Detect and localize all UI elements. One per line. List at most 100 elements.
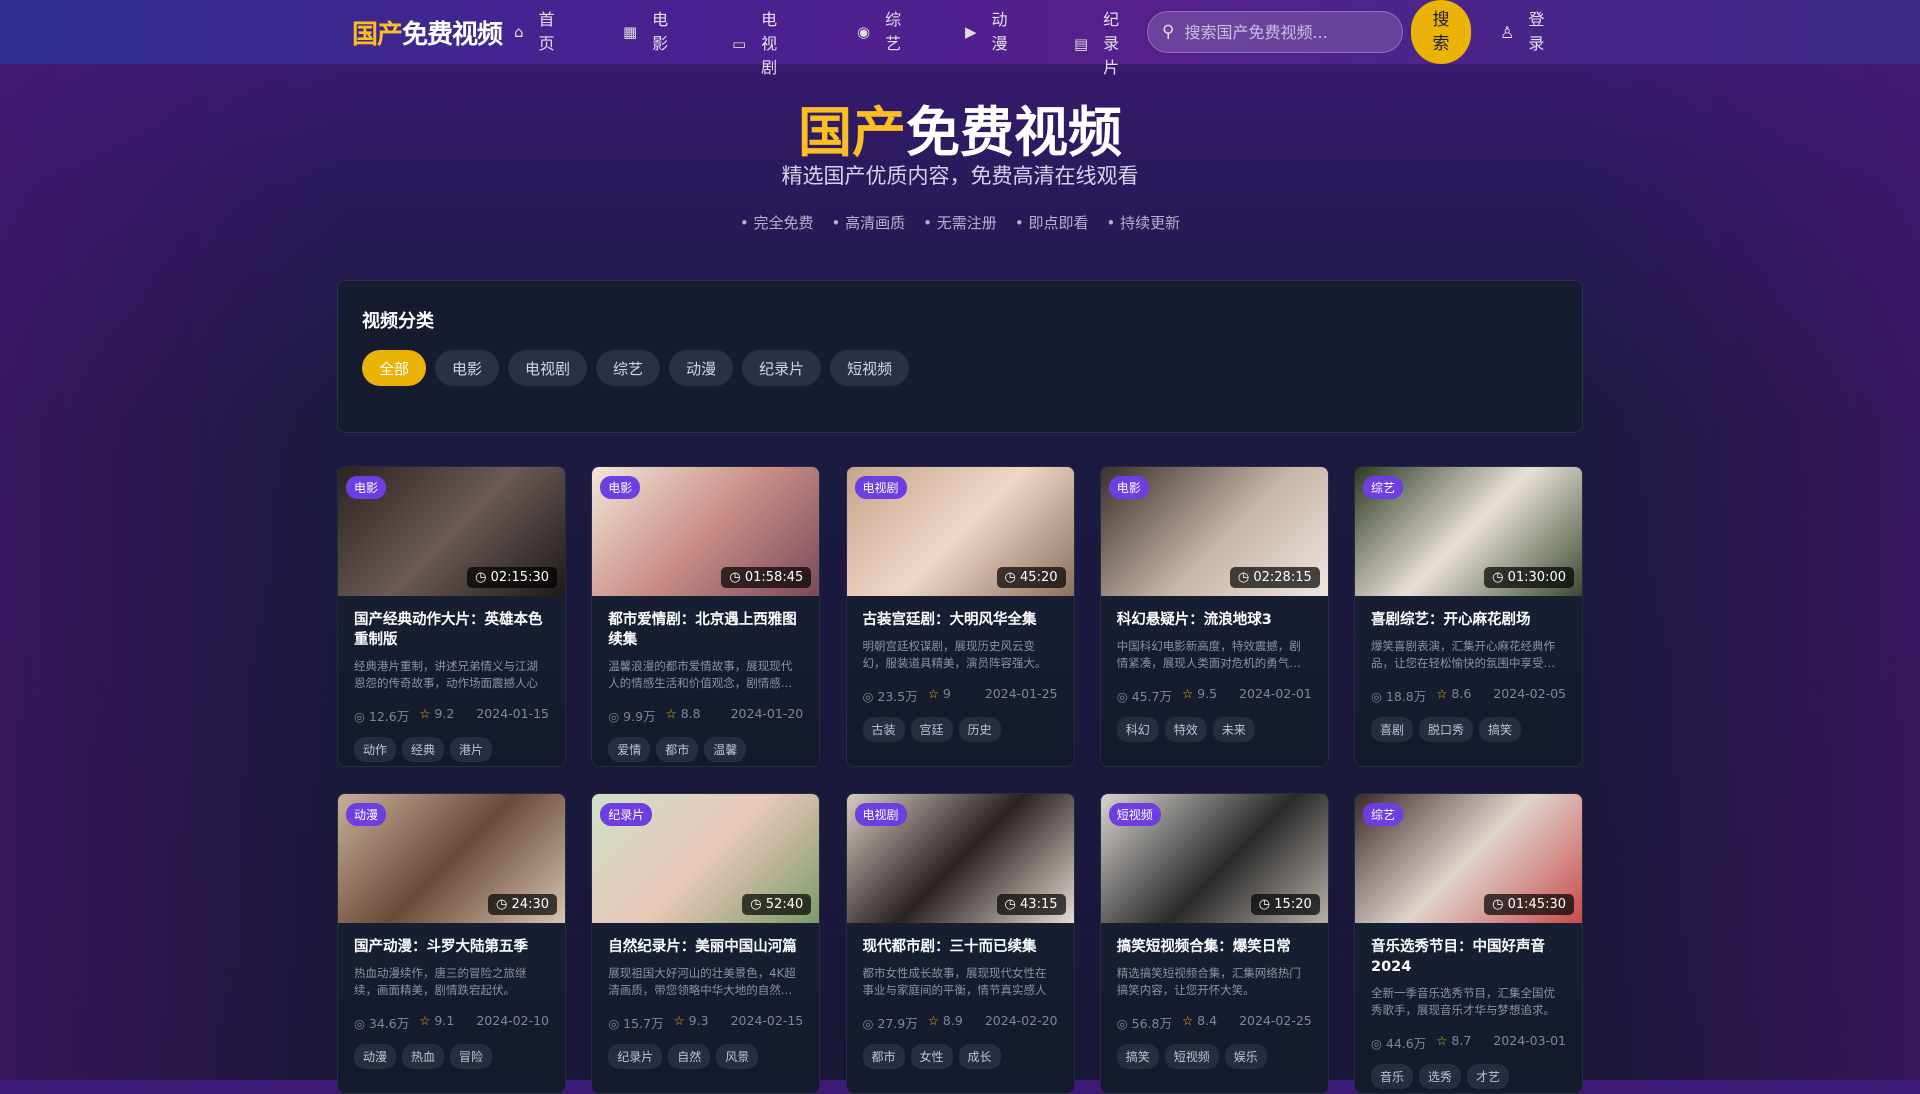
- tag[interactable]: 纪录片: [608, 1044, 663, 1069]
- tag[interactable]: 经典: [402, 737, 445, 762]
- video-thumbnail[interactable]: 电影 ◷ 01:58:45: [592, 467, 820, 596]
- tag[interactable]: 才艺: [1467, 1064, 1510, 1089]
- video-thumbnail[interactable]: 电视剧 ◷ 43:15: [846, 794, 1074, 923]
- nav-item-1[interactable]: ▦ 电影: [623, 8, 669, 56]
- category-chip[interactable]: 纪录片: [742, 350, 822, 386]
- video-title[interactable]: 国产动漫：斗罗大陆第五季: [354, 937, 549, 957]
- video-title[interactable]: 搞笑短视频合集：爆笑日常: [1117, 937, 1312, 957]
- tag[interactable]: 女性: [910, 1044, 953, 1069]
- video-title[interactable]: 科幻悬疑片：流浪地球3: [1117, 610, 1312, 630]
- video-thumbnail[interactable]: 电影 ◷ 02:28:15: [1100, 467, 1328, 596]
- tag[interactable]: 自然: [668, 1044, 711, 1069]
- category-panel: 视频分类 全部 电影 电视剧 综艺 动漫 纪录片 短视频: [337, 280, 1583, 433]
- tag[interactable]: 脱口秀: [1419, 717, 1474, 742]
- video-title[interactable]: 现代都市剧：三十而已续集: [863, 937, 1058, 957]
- category-chip[interactable]: 电视剧: [508, 350, 588, 386]
- category-badge: 电视剧: [854, 803, 907, 826]
- video-thumbnail[interactable]: 纪录片 ◷ 52:40: [592, 794, 820, 923]
- login-button[interactable]: ♙ 登录: [1500, 8, 1546, 56]
- duration-label: ◷ 01:45:30: [1484, 894, 1574, 915]
- video-card[interactable]: 电影 ◷ 02:15:30 国产经典动作大片：英雄本色重制版 经典港片重制，讲述兄弟情…: [337, 466, 566, 767]
- views-count: 23.5万: [877, 689, 918, 704]
- video-card[interactable]: 综艺 ◷ 01:45:30 音乐选秀节目：中国好声音2024 全新一季音乐选秀节目，汇…: [1354, 793, 1583, 1094]
- video-thumbnail[interactable]: 电影 ◷ 02:15:30: [338, 467, 565, 596]
- tag[interactable]: 热血: [402, 1044, 445, 1069]
- video-card[interactable]: 电影 ◷ 02:28:15 科幻悬疑片：流浪地球3 中国科幻电影新高度，特效震撼，剧情…: [1099, 466, 1329, 767]
- video-title[interactable]: 音乐选秀节目：中国好声音2024: [1371, 937, 1566, 977]
- tag[interactable]: 历史: [958, 717, 1001, 742]
- duration-label: ◷ 15:20: [1250, 894, 1320, 915]
- video-card[interactable]: 综艺 ◷ 01:30:00 喜剧综艺：开心麻花剧场 爆笑喜剧表演，汇集开心麻花经典作品…: [1354, 466, 1583, 767]
- tag[interactable]: 选秀: [1419, 1064, 1462, 1089]
- video-thumbnail[interactable]: 综艺 ◷ 01:30:00: [1355, 467, 1582, 596]
- video-title[interactable]: 古装宫廷剧：大明风华全集: [863, 610, 1058, 630]
- rating-value: 8.8: [680, 706, 701, 721]
- duration-text: 01:30:00: [1507, 570, 1566, 585]
- tag[interactable]: 冒险: [450, 1044, 493, 1069]
- tag[interactable]: 动作: [354, 737, 397, 762]
- category-chip[interactable]: 电影: [435, 350, 500, 386]
- views-count: 9.9万: [623, 709, 656, 724]
- video-card[interactable]: 短视频 ◷ 15:20 搞笑短视频合集：爆笑日常 精选搞笑短视频合集，汇集网络热门搞笑…: [1099, 793, 1329, 1094]
- category-badge: 综艺: [1363, 476, 1404, 499]
- hero-subtitle: 精选国产优质内容，免费高清在线观看: [781, 164, 1139, 188]
- eye-icon: ◎: [608, 709, 624, 724]
- tag[interactable]: 温馨: [704, 737, 747, 762]
- tag[interactable]: 风景: [716, 1044, 759, 1069]
- views: ◎ 56.8万: [1117, 1013, 1172, 1032]
- tag[interactable]: 成长: [958, 1044, 1001, 1069]
- site-logo[interactable]: 国产免费视频: [352, 14, 503, 51]
- nav-item-0[interactable]: ⌂ 首页: [514, 8, 556, 56]
- nav-item-2[interactable]: ▭ 电视剧: [732, 8, 778, 80]
- tag[interactable]: 特效: [1164, 717, 1207, 742]
- video-card[interactable]: 纪录片 ◷ 52:40 自然纪录片：美丽中国山河篇 展现祖国大好河山的壮美景色，4K超…: [591, 793, 821, 1094]
- video-card[interactable]: 电视剧 ◷ 45:20 古装宫廷剧：大明风华全集 明朝宫廷权谋剧，展现历史风云变幻，服…: [845, 466, 1075, 767]
- tag[interactable]: 娱乐: [1224, 1044, 1267, 1069]
- video-thumbnail[interactable]: 综艺 ◷ 01:45:30: [1355, 794, 1582, 923]
- category-chip[interactable]: 短视频: [830, 350, 910, 386]
- tag[interactable]: 喜剧: [1371, 717, 1414, 742]
- nav-item-5[interactable]: ▤ 纪录片: [1074, 8, 1120, 80]
- video-title[interactable]: 国产经典动作大片：英雄本色重制版: [354, 610, 549, 650]
- nav-item-4[interactable]: ▶ 动漫: [965, 8, 1009, 56]
- video-card[interactable]: 电影 ◷ 01:58:45 都市爱情剧：北京遇上西雅图续集 温馨浪漫的都市爱情故事，展…: [591, 466, 821, 767]
- hero-title: 国产免费视频: [798, 101, 1122, 164]
- video-thumbnail[interactable]: 电视剧 ◷ 45:20: [846, 467, 1074, 596]
- search-input[interactable]: [1184, 22, 1385, 42]
- feature-item: 持续更新: [1106, 212, 1180, 233]
- tag-list: 动漫 热血 冒险: [354, 1044, 549, 1069]
- search-button[interactable]: 搜索: [1411, 0, 1471, 64]
- tag[interactable]: 宫廷: [910, 717, 953, 742]
- video-title[interactable]: 喜剧综艺：开心麻花剧场: [1371, 610, 1566, 630]
- video-title[interactable]: 都市爱情剧：北京遇上西雅图续集: [608, 610, 803, 650]
- release-date: 2024-01-25: [984, 686, 1058, 701]
- video-card[interactable]: 动漫 ◷ 24:30 国产动漫：斗罗大陆第五季 热血动漫续作，唐三的冒险之旅继续，画面…: [337, 793, 566, 1094]
- rating: ☆ 9.5: [1182, 686, 1217, 705]
- category-chip[interactable]: 全部: [362, 350, 427, 386]
- tag[interactable]: 动漫: [354, 1044, 397, 1069]
- tag[interactable]: 都市: [656, 737, 699, 762]
- tag[interactable]: 短视频: [1164, 1044, 1219, 1069]
- eye-icon: ◎: [1116, 689, 1132, 704]
- category-chip[interactable]: 综艺: [596, 350, 661, 386]
- tag[interactable]: 港片: [450, 737, 493, 762]
- duration-text: 43:15: [1020, 897, 1058, 912]
- video-title[interactable]: 自然纪录片：美丽中国山河篇: [608, 937, 803, 957]
- video-card[interactable]: 电视剧 ◷ 43:15 现代都市剧：三十而已续集 都市女性成长故事，展现现代女性在事业…: [845, 793, 1075, 1094]
- video-thumbnail[interactable]: 动漫 ◷ 24:30: [338, 794, 565, 923]
- video-thumbnail[interactable]: 短视频 ◷ 15:20: [1100, 794, 1328, 923]
- tag[interactable]: 未来: [1212, 717, 1255, 742]
- tag[interactable]: 古装: [862, 717, 905, 742]
- views-count: 34.6万: [368, 1016, 410, 1031]
- release-date: 2024-02-05: [1493, 686, 1566, 701]
- tag[interactable]: 科幻: [1116, 717, 1159, 742]
- feature-item: 即点即看: [1015, 212, 1088, 233]
- nav-item-3[interactable]: ◉ 综艺: [857, 8, 902, 56]
- rating-value: 9.1: [434, 1013, 455, 1028]
- tag[interactable]: 搞笑: [1479, 717, 1522, 742]
- tag[interactable]: 都市: [862, 1044, 905, 1069]
- tag[interactable]: 音乐: [1371, 1064, 1414, 1089]
- tag[interactable]: 搞笑: [1116, 1044, 1159, 1069]
- tag[interactable]: 爱情: [608, 737, 651, 762]
- category-chip[interactable]: 动漫: [669, 350, 734, 386]
